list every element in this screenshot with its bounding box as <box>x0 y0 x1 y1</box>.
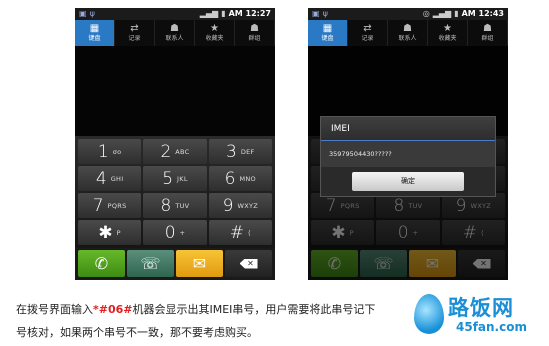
contacts-icon: ☗ <box>170 23 179 34</box>
add-contact-button[interactable]: ☏ <box>127 250 174 277</box>
notification-icon: ▣ <box>312 9 320 18</box>
usb-icon: ψ <box>322 9 328 18</box>
keypad-icon: ▦ <box>322 23 333 34</box>
number-display <box>75 46 275 142</box>
tab-label: 键盘 <box>321 35 334 42</box>
imei-dialog-screen: ▣ ψ ◎ ▂▄▆ ▮ AM 12:43 ▦ 键盘 ⇄ 记录 ☗ 联系人 ★ 收藏夹 ☗ 群… <box>308 8 508 280</box>
tab-label: 联系人 <box>165 35 184 42</box>
tab-favorites[interactable]: ★ 收藏夹 <box>428 20 468 46</box>
signal-icon: ▂▄▆ <box>199 9 219 18</box>
caption-text: 机器会显示出其IMEI串号，用户需要将此串号记下 <box>132 303 376 316</box>
key-4[interactable]: 4GHI <box>78 166 142 191</box>
tab-contacts[interactable]: ☗ 联系人 <box>388 20 428 46</box>
tab-label: 收藏夹 <box>438 35 457 42</box>
signal-icon: ▂▄▆ <box>432 9 452 18</box>
keypad-icon: ▦ <box>89 23 100 34</box>
tab-call-log[interactable]: ⇄ 记录 <box>115 20 155 46</box>
imei-code: *#06# <box>93 303 133 316</box>
tab-label: 群组 <box>481 35 494 42</box>
usb-icon: ψ <box>89 9 95 18</box>
status-time: AM 12:43 <box>461 9 504 18</box>
key-hash[interactable]: #⟨ <box>208 220 272 245</box>
dialer-screen: ▣ ψ ▂▄▆ ▮ AM 12:27 ▦ 键盘 ⇄ 记录 ☗ 联系人 ★ 收藏夹 ☗ 群组 … <box>75 8 275 280</box>
imei-dialog: IMEI 35979504430????? 确定 <box>320 116 496 197</box>
delete-button[interactable]: ✕ <box>225 250 272 277</box>
tab-contacts[interactable]: ☗ 联系人 <box>155 20 195 46</box>
caption: 在拨号界面输入*#06#机器会显示出其IMEI串号，用户需要将此串号记下 号核对… <box>16 298 446 344</box>
imei-value: 35979504430????? <box>329 150 392 158</box>
tab-label: 群组 <box>248 35 261 42</box>
key-star[interactable]: ✱P <box>78 220 142 245</box>
key-8[interactable]: 8TUV <box>143 193 207 218</box>
tab-label: 键盘 <box>88 35 101 42</box>
keypad: 1σο 2ABC 3DEF 4GHI 5JKL 6MNO 7PQRS 8TUV … <box>75 136 275 248</box>
watermark-domain: 45fan.com <box>456 320 527 334</box>
dialer-action-bar: ✆ ☏ ✉ ✕ <box>75 248 275 280</box>
key-9[interactable]: 9WXYZ <box>208 193 272 218</box>
tab-label: 记录 <box>361 35 374 42</box>
group-icon: ☗ <box>250 23 259 34</box>
battery-icon: ▮ <box>454 9 459 18</box>
mute-icon: ⟨ <box>248 228 251 237</box>
tab-label: 联系人 <box>398 35 417 42</box>
water-drop-icon <box>414 294 444 334</box>
tab-label: 收藏夹 <box>205 35 224 42</box>
message-button[interactable]: ✉ <box>176 250 223 277</box>
star-icon: ★ <box>443 23 452 34</box>
add-contact-icon: ☏ <box>140 254 161 273</box>
key-5[interactable]: 5JKL <box>143 166 207 191</box>
call-log-icon: ⇄ <box>363 23 372 34</box>
group-icon: ☗ <box>483 23 492 34</box>
key-6[interactable]: 6MNO <box>208 166 272 191</box>
caption-line-2: 号核对，如果两个串号不一致，那不要考虑购买。 <box>16 326 258 339</box>
call-button[interactable]: ✆ <box>78 250 125 277</box>
tab-groups[interactable]: ☗ 群组 <box>235 20 275 46</box>
key-3[interactable]: 3DEF <box>208 139 272 164</box>
call-log-icon: ⇄ <box>130 23 139 34</box>
tab-keypad[interactable]: ▦ 键盘 <box>75 20 115 46</box>
tab-favorites[interactable]: ★ 收藏夹 <box>195 20 235 46</box>
tab-groups[interactable]: ☗ 群组 <box>468 20 508 46</box>
tab-keypad[interactable]: ▦ 键盘 <box>308 20 348 46</box>
key-0[interactable]: 0+ <box>143 220 207 245</box>
dialer-tab-bar: ▦ 键盘 ⇄ 记录 ☗ 联系人 ★ 收藏夹 ☗ 群组 <box>308 20 508 46</box>
contacts-icon: ☗ <box>403 23 412 34</box>
phone-icon: ✆ <box>94 254 109 273</box>
star-icon: ★ <box>210 23 219 34</box>
key-1[interactable]: 1σο <box>78 139 142 164</box>
tab-call-log[interactable]: ⇄ 记录 <box>348 20 388 46</box>
status-bar: ▣ ψ ◎ ▂▄▆ ▮ AM 12:43 <box>308 8 508 20</box>
key-2[interactable]: 2ABC <box>143 139 207 164</box>
status-bar: ▣ ψ ▂▄▆ ▮ AM 12:27 <box>75 8 275 20</box>
dialog-title: IMEI <box>321 117 495 141</box>
backspace-icon: ✕ <box>239 258 258 269</box>
battery-icon: ▮ <box>221 9 226 18</box>
envelope-icon: ✉ <box>192 254 207 273</box>
notification-icon: ▣ <box>79 9 87 18</box>
caption-text: 在拨号界面输入 <box>16 303 93 316</box>
voicemail-icon: σο <box>112 147 122 156</box>
key-7[interactable]: 7PQRS <box>78 193 142 218</box>
tab-label: 记录 <box>128 35 141 42</box>
watermark-brand: 路饭网 <box>448 296 514 320</box>
sync-icon: ◎ <box>422 9 430 18</box>
dialer-tab-bar: ▦ 键盘 ⇄ 记录 ☗ 联系人 ★ 收藏夹 ☗ 群组 <box>75 20 275 46</box>
watermark-logo: 路饭网 45fan.com <box>408 290 549 346</box>
ok-button[interactable]: 确定 <box>352 172 464 191</box>
status-time: AM 12:27 <box>228 9 271 18</box>
